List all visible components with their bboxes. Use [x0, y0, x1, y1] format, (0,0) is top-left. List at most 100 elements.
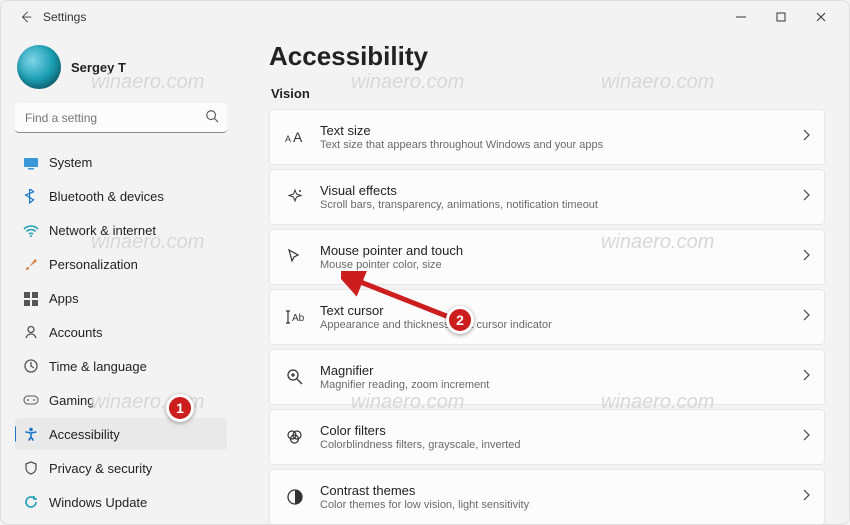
sidebar-item-label: Time & language — [49, 359, 147, 374]
arrow-left-icon — [19, 10, 33, 24]
chevron-right-icon — [802, 488, 810, 506]
sidebar-item-accessibility[interactable]: Accessibility — [15, 418, 227, 450]
card-title: Visual effects — [320, 183, 788, 198]
settings-window: Settings Sergey T System — [0, 0, 850, 525]
maximize-button[interactable] — [761, 3, 801, 31]
sidebar-item-update[interactable]: Windows Update — [15, 486, 227, 518]
card-subtitle: Scroll bars, transparency, animations, n… — [320, 199, 788, 211]
clock-icon — [23, 358, 39, 374]
minimize-icon — [736, 12, 746, 22]
profile-name: Sergey T — [71, 60, 126, 75]
profile[interactable]: Sergey T — [15, 39, 227, 101]
sidebar-item-label: Windows Update — [49, 495, 147, 510]
chevron-right-icon — [802, 188, 810, 206]
shield-icon — [23, 460, 39, 476]
card-text: Text cursor Appearance and thickness, te… — [320, 303, 788, 331]
card-magnifier[interactable]: Magnifier Magnifier reading, zoom increm… — [269, 349, 825, 405]
sidebar-item-bluetooth[interactable]: Bluetooth & devices — [15, 181, 227, 213]
annotation-callout-2: 2 — [446, 306, 474, 334]
sidebar-item-network[interactable]: Network & internet — [15, 215, 227, 247]
sidebar-item-time[interactable]: Time & language — [15, 350, 227, 382]
chevron-right-icon — [802, 128, 810, 146]
wifi-icon — [23, 223, 39, 239]
sidebar-item-personalization[interactable]: Personalization — [15, 249, 227, 281]
close-icon — [816, 12, 826, 22]
card-title: Contrast themes — [320, 483, 788, 498]
apps-icon — [23, 291, 39, 307]
search-box[interactable] — [15, 103, 227, 133]
sparkle-icon — [284, 188, 306, 206]
card-title: Text size — [320, 123, 788, 138]
sidebar-item-label: Accessibility — [49, 427, 120, 442]
sidebar-item-label: Accounts — [49, 325, 102, 340]
card-text: Visual effects Scroll bars, transparency… — [320, 183, 788, 211]
search-input[interactable] — [15, 103, 227, 133]
sidebar-item-label: Apps — [49, 291, 79, 306]
card-visual-effects[interactable]: Visual effects Scroll bars, transparency… — [269, 169, 825, 225]
sidebar-item-label: System — [49, 155, 92, 170]
content: Sergey T System Bluetooth & devices — [1, 33, 849, 524]
card-title: Color filters — [320, 423, 788, 438]
card-text-cursor[interactable]: Ab Text cursor Appearance and thickness,… — [269, 289, 825, 345]
card-subtitle: Colorblindness filters, grayscale, inver… — [320, 439, 788, 451]
card-title: Mouse pointer and touch — [320, 243, 788, 258]
chevron-right-icon — [802, 368, 810, 386]
sidebar-item-accounts[interactable]: Accounts — [15, 317, 227, 349]
brush-icon — [23, 257, 39, 273]
sidebar-item-system[interactable]: System — [15, 147, 227, 179]
card-subtitle: Appearance and thickness, text cursor in… — [320, 319, 788, 331]
card-text: Color filters Colorblindness filters, gr… — [320, 423, 788, 451]
person-icon — [23, 324, 39, 340]
update-icon — [23, 494, 39, 510]
annotation-callout-1: 1 — [166, 394, 194, 422]
card-text-size[interactable]: AA Text size Text size that appears thro… — [269, 109, 825, 165]
card-text: Contrast themes Color themes for low vis… — [320, 483, 788, 511]
card-subtitle: Mouse pointer color, size — [320, 259, 788, 271]
chevron-right-icon — [802, 248, 810, 266]
card-subtitle: Text size that appears throughout Window… — [320, 139, 788, 151]
mouse-pointer-icon — [284, 248, 306, 266]
main-panel[interactable]: Accessibility Vision AA Text size Text s… — [241, 33, 849, 524]
annotation-label: 2 — [456, 312, 464, 328]
card-mouse-pointer[interactable]: Mouse pointer and touch Mouse pointer co… — [269, 229, 825, 285]
magnifier-icon — [284, 368, 306, 386]
sidebar-item-apps[interactable]: Apps — [15, 283, 227, 315]
sidebar-item-label: Network & internet — [49, 223, 156, 238]
chevron-right-icon — [802, 308, 810, 326]
minimize-button[interactable] — [721, 3, 761, 31]
accessibility-icon — [23, 426, 39, 442]
card-title: Magnifier — [320, 363, 788, 378]
card-subtitle: Magnifier reading, zoom increment — [320, 379, 788, 391]
text-size-icon: AA — [284, 129, 306, 145]
back-button[interactable] — [13, 10, 39, 24]
section-vision: Vision — [271, 86, 825, 101]
sidebar-item-gaming[interactable]: Gaming — [15, 384, 227, 416]
close-button[interactable] — [801, 3, 841, 31]
card-text: Mouse pointer and touch Mouse pointer co… — [320, 243, 788, 271]
bluetooth-icon — [23, 189, 39, 205]
gamepad-icon — [23, 392, 39, 408]
sidebar-item-label: Privacy & security — [49, 461, 152, 476]
system-icon — [23, 155, 39, 171]
card-title: Text cursor — [320, 303, 788, 318]
nav: System Bluetooth & devices Network & int… — [15, 147, 227, 518]
annotation-label: 1 — [176, 400, 184, 416]
svg-text:A: A — [293, 129, 303, 145]
sidebar-item-label: Bluetooth & devices — [49, 189, 164, 204]
settings-cards: AA Text size Text size that appears thro… — [269, 109, 825, 524]
card-text: Magnifier Magnifier reading, zoom increm… — [320, 363, 788, 391]
page-title: Accessibility — [269, 41, 825, 72]
window-title: Settings — [43, 10, 86, 24]
sidebar-item-label: Gaming — [49, 393, 95, 408]
svg-text:A: A — [285, 134, 291, 144]
sidebar: Sergey T System Bluetooth & devices — [1, 33, 241, 524]
titlebar: Settings — [1, 1, 849, 33]
svg-text:Ab: Ab — [292, 313, 305, 324]
color-filters-icon — [284, 428, 306, 446]
card-contrast-themes[interactable]: Contrast themes Color themes for low vis… — [269, 469, 825, 524]
sidebar-item-label: Personalization — [49, 257, 138, 272]
chevron-right-icon — [802, 428, 810, 446]
card-color-filters[interactable]: Color filters Colorblindness filters, gr… — [269, 409, 825, 465]
sidebar-item-privacy[interactable]: Privacy & security — [15, 452, 227, 484]
maximize-icon — [776, 12, 786, 22]
